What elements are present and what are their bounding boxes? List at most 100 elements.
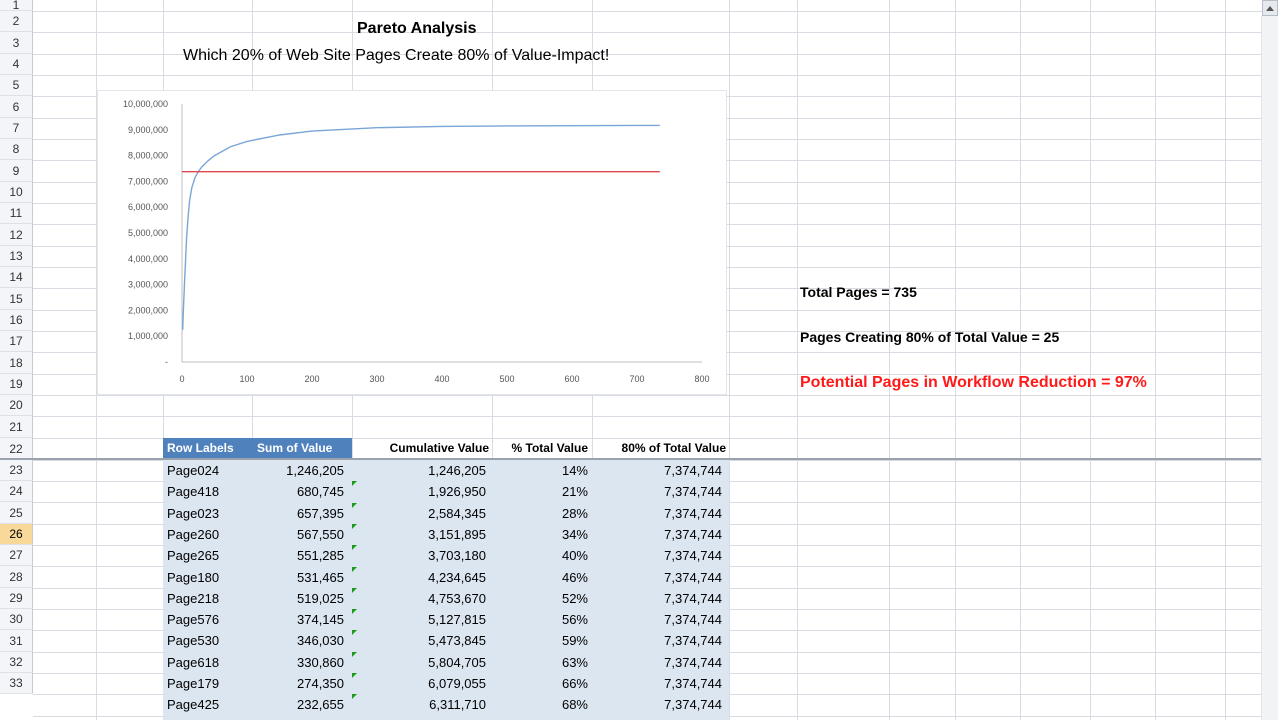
table-cell[interactable]: 7,374,744	[592, 460, 722, 481]
table-row[interactable]: Page179 274,350 6,079,055 66% 7,374,744	[163, 673, 729, 694]
table-row[interactable]: Page530 346,030 5,473,845 59% 7,374,744	[163, 630, 729, 651]
row-header-33[interactable]: 33	[0, 673, 33, 694]
row-header-15[interactable]: 15	[0, 288, 33, 310]
row-header-14[interactable]: 14	[0, 267, 33, 288]
table-cell[interactable]: Page218	[167, 588, 247, 609]
header-row-labels[interactable]: Row Labels	[163, 438, 252, 459]
table-cell[interactable]: 680,745	[252, 481, 344, 502]
table-row[interactable]: Page024 1,246,205 1,246,205 14% 7,374,744	[163, 460, 729, 481]
table-cell[interactable]: 59%	[492, 630, 588, 651]
row-header-5[interactable]: 5	[0, 75, 33, 96]
row-header-26[interactable]: 26	[0, 524, 33, 545]
row-header-10[interactable]: 10	[0, 182, 33, 203]
row-header-20[interactable]: 20	[0, 395, 33, 416]
table-cell[interactable]: 7,374,744	[592, 545, 722, 566]
table-cell[interactable]: 657,395	[252, 503, 344, 524]
table-cell[interactable]: 63%	[492, 652, 588, 673]
table-cell[interactable]: 28%	[492, 503, 588, 524]
table-cell[interactable]: 21%	[492, 481, 588, 502]
table-cell[interactable]: Page024	[167, 460, 247, 481]
table-cell[interactable]: 7,374,744	[592, 609, 722, 630]
table-cell[interactable]: 4,234,645	[352, 567, 486, 588]
table-cell[interactable]: 56%	[492, 609, 588, 630]
table-cell[interactable]: 7,374,744	[592, 652, 722, 673]
table-cell[interactable]: 519,025	[252, 588, 344, 609]
header-sum-of-value[interactable]: Sum of Value	[252, 438, 352, 459]
table-cell[interactable]: 7,374,744	[592, 481, 722, 502]
table-cell[interactable]: Page576	[167, 609, 247, 630]
table-cell[interactable]: 7,374,744	[592, 567, 722, 588]
table-cell[interactable]: Page180	[167, 567, 247, 588]
table-cell[interactable]: 274,350	[252, 673, 344, 694]
row-header-31[interactable]: 31	[0, 630, 33, 652]
row-header-16[interactable]: 16	[0, 310, 33, 331]
pareto-chart[interactable]: - 1,000,000 2,000,000 3,000,000 4,000,000 5,0…	[97, 90, 727, 395]
table-cell[interactable]: 34%	[492, 524, 588, 545]
table-row[interactable]: Page576 374,145 5,127,815 56% 7,374,744	[163, 609, 729, 630]
table-cell[interactable]: 330,860	[252, 652, 344, 673]
table-cell[interactable]: 6,311,710	[352, 694, 486, 715]
row-header-7[interactable]: 7	[0, 118, 33, 139]
table-cell[interactable]: 52%	[492, 588, 588, 609]
header-cumulative-value[interactable]: Cumulative Value	[352, 438, 491, 459]
table-cell[interactable]: 1,246,205	[352, 460, 486, 481]
table-cell[interactable]: 7,374,744	[592, 630, 722, 651]
table-row[interactable]: Page425 232,655 6,311,710 68% 7,374,744	[163, 694, 729, 715]
table-cell[interactable]: Page179	[167, 673, 247, 694]
table-row[interactable]: Page265 551,285 3,703,180 40% 7,374,744	[163, 545, 729, 566]
table-cell[interactable]: 5,127,815	[352, 609, 486, 630]
table-cell[interactable]: Page260	[167, 524, 247, 545]
row-header-21[interactable]: 21	[0, 416, 33, 438]
table-cell[interactable]: 2,584,345	[352, 503, 486, 524]
table-row[interactable]: Page618 330,860 5,804,705 63% 7,374,744	[163, 651, 729, 673]
row-header-25[interactable]: 25	[0, 502, 33, 524]
row-header-12[interactable]: 12	[0, 224, 33, 246]
table-cell[interactable]: 68%	[492, 694, 588, 715]
row-header-22[interactable]: 22	[0, 438, 33, 460]
row-header-19[interactable]: 19	[0, 374, 33, 395]
row-header-18[interactable]: 18	[0, 352, 33, 374]
header-80-total[interactable]: 80% of Total Value	[592, 438, 728, 459]
table-row[interactable]: Page023 657,395 2,584,345 28% 7,374,744	[163, 502, 729, 524]
table-row[interactable]: Page218 519,025 4,753,670 52% 7,374,744	[163, 587, 729, 609]
table-cell[interactable]: 7,374,744	[592, 694, 722, 715]
table-cell[interactable]: 374,145	[252, 609, 344, 630]
row-header-9[interactable]: 9	[0, 160, 33, 182]
row-header-28[interactable]: 28	[0, 566, 33, 588]
row-header-30[interactable]: 30	[0, 609, 33, 630]
row-header-1[interactable]: 1	[0, 0, 33, 11]
spreadsheet-grid[interactable]: 1 2 3 4 5 6 7 8 9 10 11 12 13 14 15 16 17 18 19 20 21 22 23 24 2…	[0, 0, 1280, 720]
table-cell[interactable]: Page265	[167, 545, 247, 566]
header-percent-total[interactable]: % Total Value	[492, 438, 590, 459]
table-cell[interactable]: Page618	[167, 652, 247, 673]
row-header-23[interactable]: 23	[0, 460, 33, 481]
table-row[interactable]: Page260 567,550 3,151,895 34% 7,374,744	[163, 523, 729, 545]
row-header-13[interactable]: 13	[0, 246, 33, 267]
row-header-3[interactable]: 3	[0, 32, 33, 54]
row-header-32[interactable]: 32	[0, 652, 33, 673]
table-cell[interactable]: 46%	[492, 567, 588, 588]
table-cell[interactable]: 3,151,895	[352, 524, 486, 545]
row-header-17[interactable]: 17	[0, 331, 33, 352]
table-cell[interactable]: Page023	[167, 503, 247, 524]
scroll-up-icon[interactable]	[1262, 0, 1278, 16]
table-cell[interactable]: 6,079,055	[352, 673, 486, 694]
table-cell[interactable]: 4,753,670	[352, 588, 486, 609]
table-cell[interactable]: 232,655	[252, 694, 344, 715]
table-cell[interactable]: 14%	[492, 460, 588, 481]
table-cell[interactable]: 1,926,950	[352, 481, 486, 502]
vertical-scrollbar[interactable]	[1261, 16, 1278, 720]
table-cell[interactable]: 567,550	[252, 524, 344, 545]
row-header-29[interactable]: 29	[0, 588, 33, 609]
table-cell[interactable]: 7,374,744	[592, 588, 722, 609]
table-cell[interactable]: 7,374,744	[592, 503, 722, 524]
table-cell[interactable]: 66%	[492, 673, 588, 694]
table-cell[interactable]: 40%	[492, 545, 588, 566]
row-header-8[interactable]: 8	[0, 139, 33, 160]
row-header-24[interactable]: 24	[0, 481, 33, 502]
table-cell[interactable]: 5,473,845	[352, 630, 486, 651]
table-cell[interactable]: 1,246,205	[252, 460, 344, 481]
row-header-4[interactable]: 4	[0, 54, 33, 75]
table-cell[interactable]: 7,374,744	[592, 673, 722, 694]
table-cell[interactable]: 346,030	[252, 630, 344, 651]
